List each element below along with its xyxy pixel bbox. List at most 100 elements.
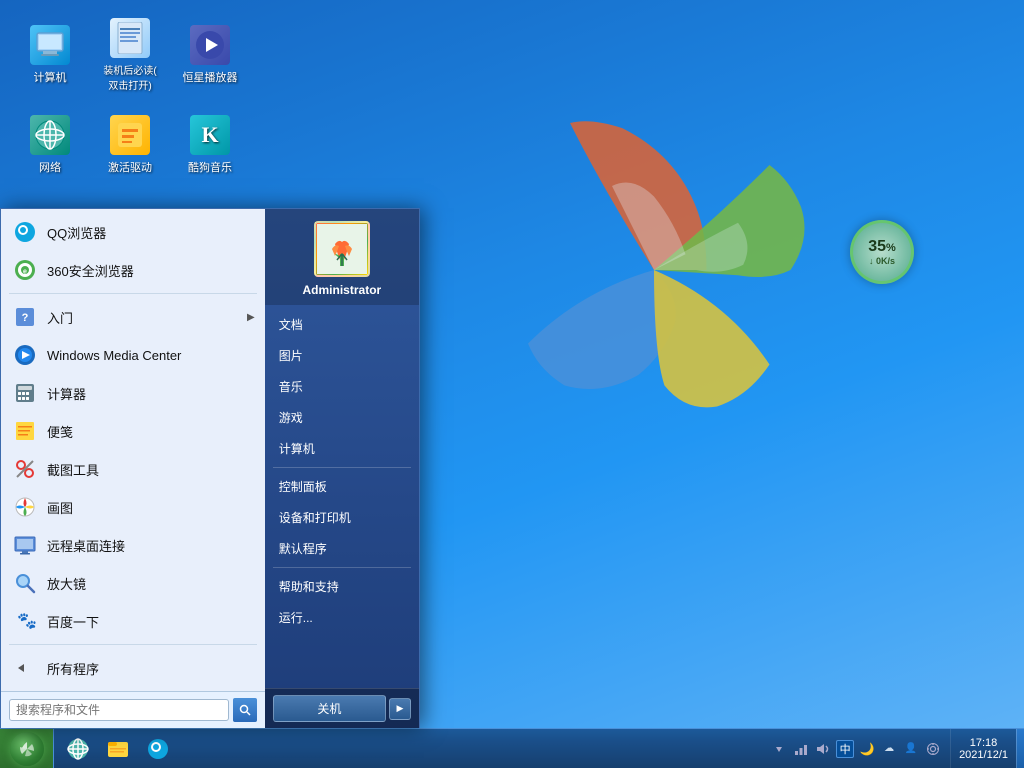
all-programs-icon [11,654,39,682]
all-programs-label: 所有程序 [47,659,99,678]
desktop-icon-player[interactable]: 恒星播放器 [170,10,250,100]
rdp-label: 远程桌面连接 [47,536,125,555]
qq-browser-label: QQ浏览器 [47,223,106,242]
tray-user-icon[interactable]: 👤 [902,740,920,758]
menu-right-computer[interactable]: 计算机 [265,433,419,464]
menu-item-magnifier[interactable]: 放大镜 [1,564,265,602]
tray-volume-icon[interactable] [814,740,832,758]
menu-right-pictures[interactable]: 图片 [265,340,419,371]
shutdown-arrow-button[interactable]: ▶ [389,698,411,720]
menu-right-help[interactable]: 帮助和支持 [265,571,419,602]
paint-icon [11,493,39,521]
desktop: 计算机 装机后必读( 双击打开) 恒星播放 [0,0,1024,768]
baidu-icon: 🐾 [11,607,39,635]
menu-item-calculator[interactable]: 计算器 [1,374,265,412]
player-label: 恒星播放器 [183,69,238,85]
qq-browser-icon [11,218,39,246]
taskbar-right: 中 🌙 ☁ 👤 [762,729,1024,768]
user-avatar[interactable] [314,221,370,277]
menu-item-wmc[interactable]: Windows Media Center [1,336,265,374]
menu-right-music[interactable]: 音乐 [265,371,419,402]
wmc-icon [11,341,39,369]
menu-item-paint[interactable]: 画图 [1,488,265,526]
start-orb [10,732,44,766]
magnifier-icon [11,569,39,597]
right-divider-2 [273,567,411,568]
taskbar-pinned-icons [54,729,182,768]
start-menu-right: Administrator 文档 图片 音乐 游戏 计算机 [265,209,419,728]
svg-text:e: e [23,269,27,276]
tray-settings-icon[interactable] [924,740,942,758]
driver-label: 激活驱动 [108,159,152,175]
network-percent: 35 % [868,238,896,256]
setup-label-line2: 双击打开) [108,77,151,92]
menu-item-intro[interactable]: ? 入门 ▶ [1,298,265,336]
setup-icon [110,18,150,58]
user-section: Administrator [265,209,419,305]
clock-time: 17:18 [970,737,998,749]
menu-right-run[interactable]: 运行... [265,602,419,633]
rdp-icon [11,531,39,559]
notepad-label: 便笺 [47,422,73,441]
taskbar-icon-ie2[interactable] [138,731,178,767]
wmc-label: Windows Media Center [47,348,181,363]
menu-right-control-panel[interactable]: 控制面板 [265,471,419,502]
menu-item-rdp[interactable]: 远程桌面连接 [1,526,265,564]
clock[interactable]: 17:18 2021/12/1 [950,729,1016,768]
calculator-label: 计算器 [47,384,86,403]
tray-cloud-icon[interactable]: ☁ [880,740,898,758]
desktop-icon-music[interactable]: K 酷狗音乐 [170,100,250,190]
menu-item-snip[interactable]: 截图工具 [1,450,265,488]
start-menu: QQ浏览器 e 360安全浏览器 [0,208,420,728]
menu-item-360-browser[interactable]: e 360安全浏览器 [1,251,265,289]
show-desktop-button[interactable] [1016,729,1024,768]
start-menu-search [1,691,265,728]
tray-expand-icon[interactable] [770,740,788,758]
menu-item-baidu[interactable]: 🐾 百度一下 [1,602,265,640]
search-input[interactable] [9,699,229,721]
driver-icon [110,115,150,155]
calculator-icon [11,379,39,407]
shutdown-button[interactable]: 关机 [273,695,386,722]
menu-right-devices[interactable]: 设备和打印机 [265,502,419,533]
menu-item-qq-browser[interactable]: QQ浏览器 [1,213,265,251]
baidu-label: 百度一下 [47,612,99,631]
menu-right-games[interactable]: 游戏 [265,402,419,433]
computer-icon [30,25,70,65]
network-speed-label: ↓ 0K/s [869,256,895,266]
start-button[interactable] [0,729,54,768]
network-label: 网络 [39,159,61,175]
tray-network-icon[interactable] [792,740,810,758]
menu-divider-2 [9,644,257,645]
network-icon [30,115,70,155]
menu-right-documents[interactable]: 文档 [265,309,419,340]
intro-icon: ? [11,303,39,331]
menu-divider-1 [9,293,257,294]
intro-label: 入门 [47,308,73,327]
start-menu-items: QQ浏览器 e 360安全浏览器 [1,209,265,691]
intro-arrow: ▶ [247,312,255,323]
music-icon: K [190,115,230,155]
computer-label: 计算机 [34,69,67,85]
user-name: Administrator [303,283,382,297]
menu-item-notepad[interactable]: 便笺 [1,412,265,450]
right-divider-1 [273,467,411,468]
menu-right-default-programs[interactable]: 默认程序 [265,533,419,564]
taskbar-icon-ie[interactable] [58,731,98,767]
search-button[interactable] [233,698,257,722]
shutdown-row: 关机 ▶ [265,688,419,728]
tray-moon-icon[interactable]: 🌙 [858,740,876,758]
menu-item-all-programs[interactable]: 所有程序 [1,649,265,687]
player-icon [190,25,230,65]
svg-text:🐾: 🐾 [17,613,36,630]
desktop-icon-network[interactable]: 网络 [10,100,90,190]
windows-logo [444,60,864,480]
taskbar-icon-explorer[interactable] [98,731,138,767]
music-label: 酷狗音乐 [188,159,232,175]
tray-language-icon[interactable]: 中 [836,740,854,758]
desktop-icon-driver[interactable]: 激活驱动 [90,100,170,190]
desktop-icon-setup[interactable]: 装机后必读( 双击打开) [90,10,170,100]
network-speed-widget: 35 % ↓ 0K/s [850,220,914,284]
desktop-icon-computer[interactable]: 计算机 [10,10,90,100]
snip-label: 截图工具 [47,460,99,479]
